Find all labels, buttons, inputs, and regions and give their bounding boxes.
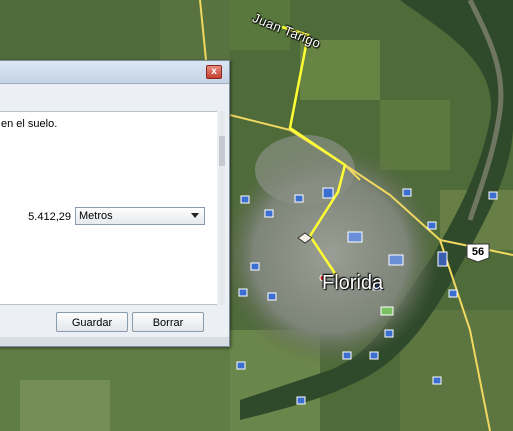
poi-icon — [240, 195, 250, 204]
route-number: 56 — [471, 246, 485, 258]
unit-select[interactable]: Metros — [75, 207, 205, 225]
dialog-content: en el suelo. 5.412,29 Metros — [0, 111, 217, 305]
poi-icon — [427, 221, 437, 230]
ruler-dialog: x en el suelo. 5.412,29 Metros Guardar B… — [0, 60, 230, 347]
poi-icon — [264, 209, 274, 218]
poi-icon — [238, 288, 248, 297]
dialog-bottom-border — [0, 337, 229, 346]
poi-icon — [432, 376, 442, 385]
poi-icon — [448, 289, 458, 298]
poi-icon — [296, 396, 306, 405]
distance-value: 5.412,29 — [28, 211, 71, 223]
park-icon — [380, 306, 394, 316]
poi-icon — [342, 351, 352, 360]
route-shield: 56 — [465, 243, 491, 263]
photo-icon — [347, 231, 363, 243]
close-icon[interactable]: x — [206, 65, 222, 79]
poi-icon — [322, 187, 334, 199]
city-north-area — [255, 135, 355, 205]
photo-icon — [388, 254, 404, 266]
poi-icon — [236, 361, 246, 370]
clear-button[interactable]: Borrar — [132, 312, 204, 332]
poi-icon — [369, 351, 379, 360]
poi-icon — [250, 262, 260, 271]
save-button[interactable]: Guardar — [56, 312, 128, 332]
scrollbar-thumb[interactable] — [219, 136, 225, 166]
poi-icon — [488, 191, 498, 200]
poi-icon — [294, 194, 304, 203]
fuel-icon — [437, 251, 448, 267]
poi-icon — [402, 188, 412, 197]
poi-icon — [384, 329, 394, 338]
unit-select-value: Metros — [79, 210, 113, 222]
dialog-titlebar[interactable]: x — [0, 61, 229, 84]
scrollbar[interactable] — [219, 111, 225, 305]
poi-icon — [267, 292, 277, 301]
chevron-down-icon — [191, 213, 199, 218]
info-text: en el suelo. — [1, 118, 58, 130]
city-label: Florida — [322, 272, 384, 294]
